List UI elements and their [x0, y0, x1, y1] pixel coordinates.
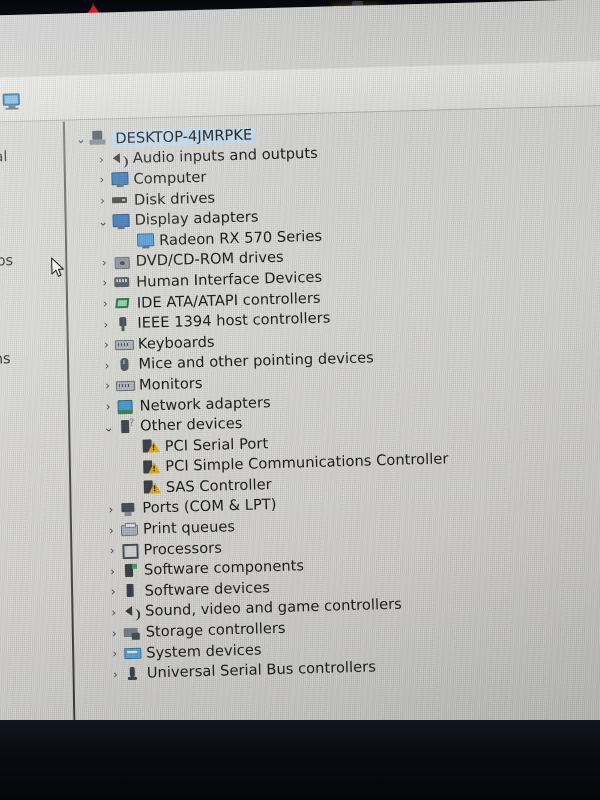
gpu-device-icon: [135, 232, 155, 249]
tree-node-label: System devices: [146, 641, 262, 662]
chevron-right-icon[interactable]: ›: [103, 502, 118, 516]
tree-node-label: DESKTOP-4JMRPKE: [112, 126, 256, 148]
software-device-icon: [120, 583, 140, 600]
chevron-right-icon[interactable]: ›: [94, 152, 109, 166]
tree-node-label: Disk drives: [133, 189, 216, 209]
tree-node-label: Network adapters: [139, 393, 271, 415]
warning-device-icon: [141, 459, 161, 476]
tree-node-label: Monitors: [138, 374, 203, 394]
console-toolbar: [0, 59, 600, 124]
tree-node-label: PCI Serial Port: [164, 434, 269, 455]
tree-node-label: DVD/CD-ROM drives: [135, 249, 284, 271]
tree-node-label: SAS Controller: [165, 476, 272, 496]
usb-controller-icon: [123, 665, 143, 682]
left-pane-item[interactable]: roups: [0, 253, 13, 270]
left-pane-item[interactable]: Local: [0, 149, 8, 166]
display-adapter-icon: [110, 213, 130, 230]
chevron-right-icon[interactable]: ›: [106, 605, 121, 619]
chevron-right-icon[interactable]: ›: [105, 564, 120, 578]
chevron-right-icon[interactable]: ›: [95, 194, 110, 208]
chevron-right-icon[interactable]: ›: [104, 544, 119, 558]
chevron-right-icon[interactable]: ›: [94, 173, 109, 187]
tree-node-label: Software devices: [144, 579, 271, 600]
left-pane-item[interactable]: tions: [0, 351, 11, 368]
chevron-right-icon[interactable]: ›: [105, 585, 120, 599]
disk-drive-icon: [110, 192, 130, 209]
other-devices-icon: [116, 418, 136, 435]
tree-node-label: Print queues: [142, 518, 236, 538]
screenshot-photo: dubizzle Local roups t tions ⌄DESKTOP-4J…: [0, 0, 600, 800]
network-adapter-icon: [115, 398, 135, 415]
device-tree[interactable]: ⌄ DESKTOP-4JMRPKE › Audio inputs and output…: [73, 115, 600, 685]
processor-icon: [119, 542, 139, 560]
warning-device-icon: [140, 438, 160, 455]
tree-node-label: Storage controllers: [145, 619, 286, 641]
monitor-icon: [115, 377, 136, 394]
chevron-right-icon[interactable]: ›: [98, 317, 113, 331]
tree-node-label: Software components: [143, 557, 305, 579]
tree-node-label: Computer: [133, 168, 207, 188]
speaker-icon: [109, 151, 129, 168]
port-icon: [118, 501, 138, 518]
chevron-right-icon[interactable]: ›: [99, 358, 114, 372]
keyboard-icon: [114, 336, 135, 353]
optical-drive-icon: [111, 254, 131, 271]
warning-device-icon: [142, 479, 162, 496]
chevron-right-icon[interactable]: ›: [97, 276, 112, 290]
tree-node-label: Radeon RX 570 Series: [158, 227, 323, 249]
tree-node-label: Keyboards: [137, 333, 215, 353]
chevron-right-icon[interactable]: ›: [100, 379, 115, 393]
tree-node-label: Other devices: [139, 415, 243, 435]
computer-monitor-icon[interactable]: [2, 93, 22, 111]
chevron-right-icon[interactable]: ›: [104, 523, 119, 537]
chevron-right-icon[interactable]: ›: [100, 399, 115, 413]
hid-icon: [112, 274, 132, 291]
chevron-right-icon[interactable]: ›: [107, 626, 122, 640]
computer-node-icon: [88, 130, 108, 148]
chevron-down-icon[interactable]: ⌄: [73, 132, 88, 146]
chevron-down-icon[interactable]: ⌄: [95, 214, 110, 228]
chevron-right-icon[interactable]: ›: [98, 297, 113, 311]
storage-controller-icon: [122, 624, 142, 641]
chevron-right-icon[interactable]: ›: [99, 338, 114, 352]
ide-controller-icon: [113, 295, 133, 312]
chevron-right-icon[interactable]: ›: [107, 647, 122, 661]
tree-node-label: Ports (COM & LPT): [142, 496, 277, 518]
lcd-panel: Local roups t tions ⌄DESKTOP-4JMRPKE›Aud…: [0, 0, 600, 756]
tree-node-label: Display adapters: [134, 208, 259, 229]
computer-icon: [109, 171, 129, 188]
sound-controller-icon: [121, 604, 141, 621]
system-device-icon: [122, 645, 142, 662]
tree-node-label: Processors: [143, 539, 223, 559]
mouse-cursor-icon: [51, 257, 64, 277]
firewire-icon: [113, 315, 133, 332]
tree-node-label: Universal Serial Bus controllers: [146, 658, 377, 682]
chevron-right-icon[interactable]: ›: [108, 667, 123, 681]
monitor-bezel-bottom: [0, 720, 600, 800]
printer-icon: [119, 521, 139, 538]
software-component-icon: [120, 562, 140, 579]
chevron-right-icon[interactable]: ›: [97, 255, 112, 269]
mouse-icon: [114, 357, 134, 374]
chevron-down-icon[interactable]: ⌄: [101, 420, 116, 434]
